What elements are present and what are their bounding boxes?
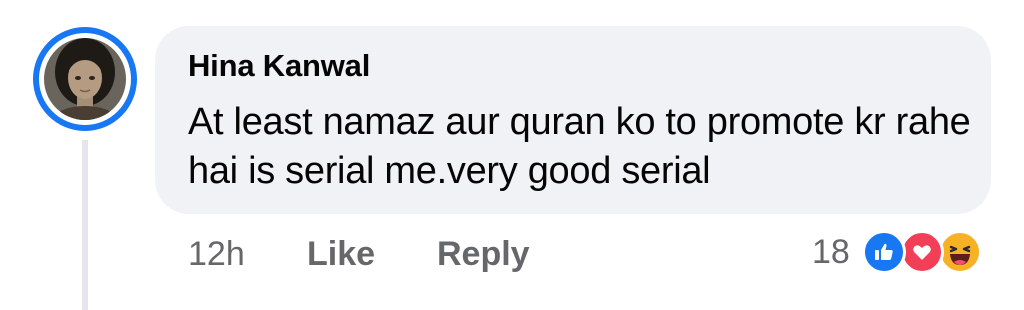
thread-line <box>82 140 88 310</box>
like-icon <box>862 230 906 274</box>
love-icon <box>900 230 944 274</box>
haha-icon <box>938 230 982 274</box>
comment-text: At least namaz aur quran ko to promote k… <box>188 101 971 192</box>
reaction-count[interactable]: 18 <box>812 230 850 274</box>
avatar-photo <box>44 38 126 120</box>
like-button[interactable]: Like <box>307 232 375 276</box>
comment-author[interactable]: Hina Kanwal <box>188 48 370 84</box>
comment-bubble: Hina Kanwal At least namaz aur quran ko … <box>155 26 991 214</box>
avatar[interactable] <box>33 27 137 131</box>
reactions-summary[interactable] <box>862 228 1002 276</box>
comment-timestamp[interactable]: 12h <box>188 232 245 276</box>
reply-button[interactable]: Reply <box>437 232 530 276</box>
